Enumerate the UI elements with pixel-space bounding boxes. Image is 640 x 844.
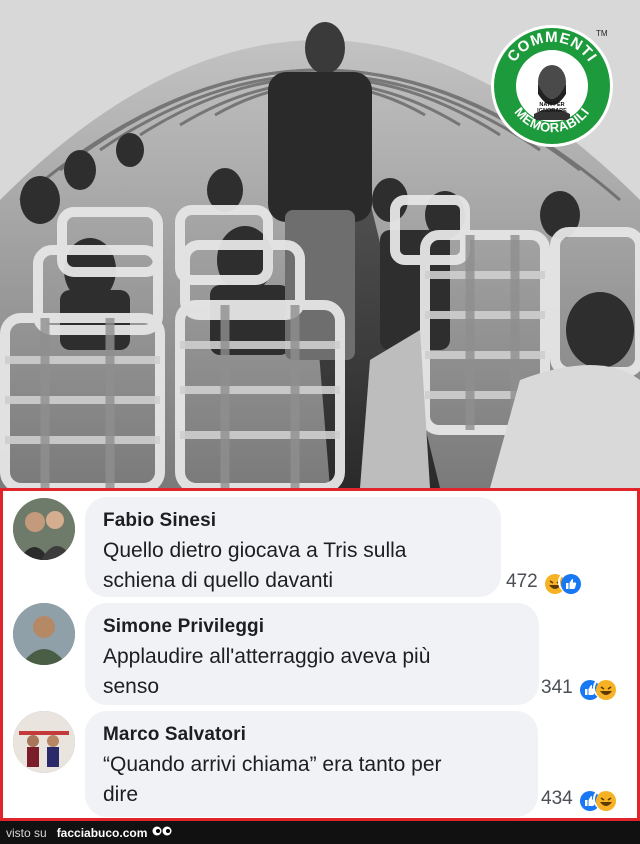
comment: Simone Privileggi Applaudire all'atterra… xyxy=(3,603,637,707)
haha-icon xyxy=(592,788,616,811)
avatar[interactable] xyxy=(13,711,75,773)
comment-text-line: Applaudire all'atterraggio aveva più xyxy=(103,645,431,668)
reactions[interactable]: 472 xyxy=(506,571,581,594)
reaction-count: 434 xyxy=(541,788,573,809)
avatar[interactable] xyxy=(13,498,75,560)
comment-text-line: “Quando arrivi chiama” era tanto per xyxy=(103,753,442,776)
comment-text-line: dire xyxy=(103,783,139,806)
reactions[interactable]: 434 xyxy=(541,788,616,811)
eyes-icon xyxy=(152,824,172,842)
watermark-footer: visto su facciabuco.com xyxy=(0,821,640,844)
comment: Fabio Sinesi Quello dietro giocava a Tri… xyxy=(3,497,637,601)
comment-author[interactable]: Marco Salvatori xyxy=(103,723,520,747)
comment-author[interactable]: Fabio Sinesi xyxy=(103,509,483,533)
haha-icon xyxy=(592,677,616,700)
reaction-count: 472 xyxy=(506,571,538,592)
comments-panel: Fabio Sinesi Quello dietro giocava a Tri… xyxy=(0,488,640,821)
comment-bubble: Fabio Sinesi Quello dietro giocava a Tri… xyxy=(85,497,501,597)
footer-site-link[interactable]: facciabuco.com xyxy=(57,826,148,840)
commenti-memorabili-logo: COMMENTI MEMORABILI NATI PER IGNORARE TM xyxy=(488,22,616,150)
comment-text-line: Quello dietro giocava a Tris sulla xyxy=(103,539,407,562)
avatar[interactable] xyxy=(13,603,75,665)
comment-text: Applaudire all'atterraggio aveva più sen… xyxy=(103,642,521,702)
badge-trademark: TM xyxy=(596,29,608,38)
comment-bubble: Simone Privileggi Applaudire all'atterra… xyxy=(85,603,539,705)
airplane-cabin-photo: COMMENTI MEMORABILI NATI PER IGNORARE TM xyxy=(0,0,640,488)
comment: Marco Salvatori “Quando arrivi chiama” e… xyxy=(3,711,637,819)
comment-text: Quello dietro giocava a Tris sulla schie… xyxy=(103,536,483,596)
comment-text-line: senso xyxy=(103,675,160,698)
reaction-count: 341 xyxy=(541,677,573,698)
like-icon xyxy=(557,571,581,594)
comment-bubble: Marco Salvatori “Quando arrivi chiama” e… xyxy=(85,711,538,817)
comment-text-line: schiena di quello davanti xyxy=(103,569,333,592)
comment-author[interactable]: Simone Privileggi xyxy=(103,615,521,639)
comment-text: “Quando arrivi chiama” era tanto per dir… xyxy=(103,750,520,810)
reactions[interactable]: 341 xyxy=(541,677,616,700)
footer-prefix: visto su xyxy=(6,825,47,840)
badge-tagline-2: IGNORARE xyxy=(537,108,567,114)
